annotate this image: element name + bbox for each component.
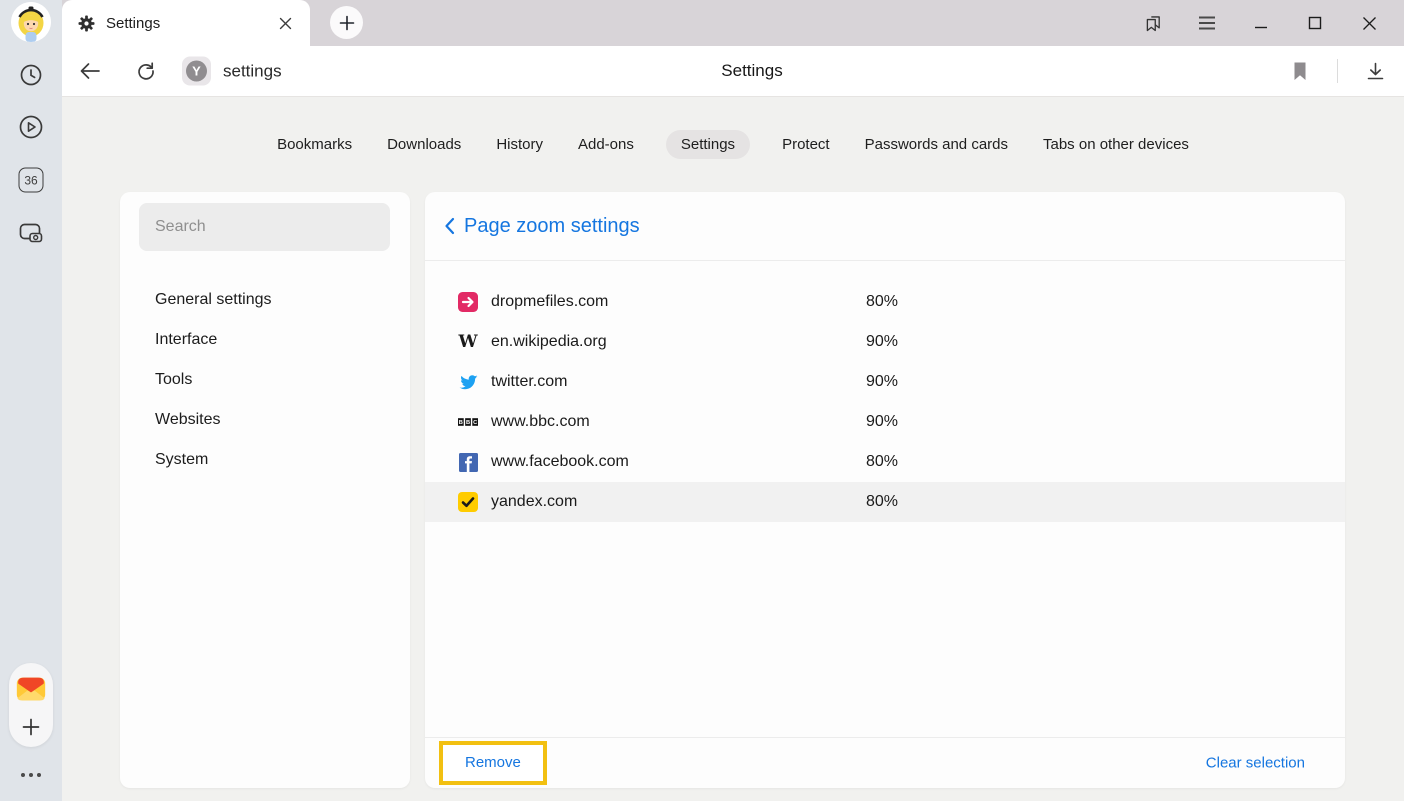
site-row-wikipedia[interactable]: W en.wikipedia.org 90%: [425, 322, 1345, 362]
gear-icon: [78, 15, 95, 32]
site-row-twitter[interactable]: twitter.com 90%: [425, 362, 1345, 402]
window-controls: [1126, 0, 1396, 46]
menu-item-general[interactable]: General settings: [120, 280, 410, 320]
menu-item-tools[interactable]: Tools: [120, 360, 410, 400]
nav-tab-settings[interactable]: Settings: [666, 130, 750, 159]
remove-button[interactable]: Remove: [465, 754, 521, 771]
bbc-blocks-favicon: B B C: [458, 412, 478, 432]
maximize-icon[interactable]: [1288, 0, 1342, 46]
svg-text:C: C: [473, 420, 477, 426]
close-icon[interactable]: [1342, 0, 1396, 46]
yandex-check-favicon: [458, 492, 478, 512]
site-zoom-value: 80%: [866, 293, 898, 311]
settings-menu-panel: General settings Interface Tools Website…: [120, 192, 410, 788]
tab-strip: Settings: [62, 0, 1404, 46]
dropmefiles-arrow-favicon: [458, 292, 478, 312]
site-row-yandex[interactable]: yandex.com 80%: [425, 482, 1345, 522]
panel-header-back[interactable]: Page zoom settings: [425, 192, 1345, 261]
panel-footer: Remove Clear selection: [425, 737, 1345, 788]
nav-tab-passwords[interactable]: Passwords and cards: [862, 130, 1011, 159]
bookmark-flag-icon[interactable]: [1283, 54, 1317, 88]
settings-content: Bookmarks Downloads History Add-ons Sett…: [62, 97, 1404, 801]
tab-close-icon[interactable]: [274, 12, 296, 34]
tab-count: 36: [19, 168, 44, 193]
back-arrow-icon[interactable]: [73, 54, 107, 88]
yandex-y-icon: Y: [182, 57, 211, 86]
more-ellipsis-icon[interactable]: [21, 773, 41, 777]
site-zoom-value: 90%: [866, 373, 898, 391]
site-zoom-value: 90%: [866, 413, 898, 431]
left-sidebar: 36: [0, 0, 62, 801]
reload-icon[interactable]: [129, 54, 163, 88]
wikipedia-w-favicon: W: [458, 332, 478, 352]
tab-counter-badge[interactable]: 36: [19, 168, 44, 193]
site-zoom-value: 80%: [866, 453, 898, 471]
twitter-bird-favicon: [458, 372, 478, 392]
url-chip[interactable]: Y settings: [182, 57, 282, 86]
tab-groups-icon[interactable]: [1126, 0, 1180, 46]
settings-nav-tabs: Bookmarks Downloads History Add-ons Sett…: [62, 130, 1404, 159]
minimize-icon[interactable]: [1234, 0, 1288, 46]
yandex-mail-icon[interactable]: [14, 672, 48, 706]
plus-icon: [339, 15, 355, 31]
new-tab-button[interactable]: [330, 6, 363, 39]
screenshot-camera-icon[interactable]: [17, 220, 45, 246]
site-row-dropmefiles[interactable]: dropmefiles.com 80%: [425, 282, 1345, 322]
site-row-facebook[interactable]: www.facebook.com 80%: [425, 442, 1345, 482]
page-zoom-panel: Page zoom settings dropmefiles.com 80% W: [425, 192, 1345, 788]
tab-title: Settings: [106, 15, 274, 32]
svg-text:B: B: [459, 420, 463, 426]
page-title: Settings: [721, 61, 782, 81]
site-row-bbc[interactable]: B B C www.bbc.com 90%: [425, 402, 1345, 442]
browser-tab-settings[interactable]: Settings: [62, 0, 310, 46]
history-clock-icon[interactable]: [18, 62, 44, 88]
zoom-site-list: dropmefiles.com 80% W en.wikipedia.org 9…: [425, 261, 1345, 522]
search-input[interactable]: [139, 203, 390, 251]
menu-item-websites[interactable]: Websites: [120, 400, 410, 440]
add-app-icon[interactable]: [20, 716, 42, 738]
menu-item-interface[interactable]: Interface: [120, 320, 410, 360]
site-domain: twitter.com: [491, 373, 567, 391]
nav-tab-addons[interactable]: Add-ons: [575, 130, 637, 159]
play-circle-icon[interactable]: [17, 113, 45, 141]
site-zoom-value: 80%: [866, 493, 898, 511]
user-avatar[interactable]: [11, 2, 51, 42]
download-arrow-icon[interactable]: [1358, 54, 1392, 88]
nav-tab-downloads[interactable]: Downloads: [384, 130, 464, 159]
nav-tab-protect[interactable]: Protect: [779, 130, 833, 159]
address-bar: Y settings Settings: [62, 46, 1404, 97]
chevron-left-icon: [444, 217, 455, 235]
site-domain: www.bbc.com: [491, 413, 590, 431]
browser-window: 36: [0, 0, 1404, 801]
clear-selection-button[interactable]: Clear selection: [1206, 755, 1305, 772]
site-domain: en.wikipedia.org: [491, 333, 607, 351]
sidebar-apps-pill: [9, 663, 53, 747]
facebook-f-favicon: [458, 452, 478, 472]
settings-menu-list: General settings Interface Tools Website…: [120, 280, 410, 480]
nav-tab-other-devices[interactable]: Tabs on other devices: [1040, 130, 1192, 159]
menu-item-system[interactable]: System: [120, 440, 410, 480]
site-domain: dropmefiles.com: [491, 293, 608, 311]
nav-tab-history[interactable]: History: [493, 130, 546, 159]
panel-title: Page zoom settings: [464, 215, 640, 238]
site-domain: www.facebook.com: [491, 453, 629, 471]
remove-annotation-box: Remove: [439, 741, 547, 785]
svg-text:B: B: [466, 420, 470, 426]
site-domain: yandex.com: [491, 493, 577, 511]
nav-tab-bookmarks[interactable]: Bookmarks: [274, 130, 355, 159]
site-zoom-value: 90%: [866, 333, 898, 351]
toolbar-divider: [1337, 59, 1338, 83]
url-text: settings: [223, 61, 282, 81]
menu-hamburger-icon[interactable]: [1180, 0, 1234, 46]
avatar-girl-icon: [11, 2, 51, 42]
